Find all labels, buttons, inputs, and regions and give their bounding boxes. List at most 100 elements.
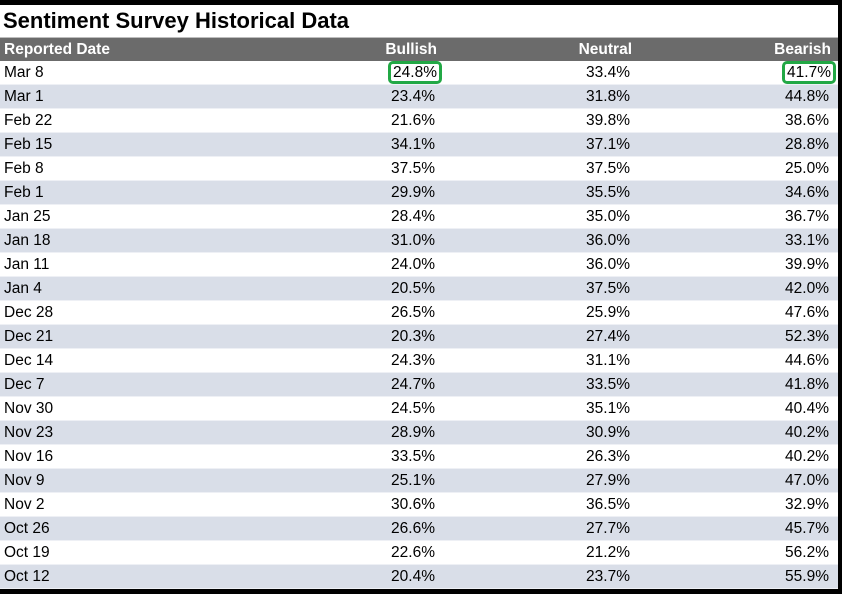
table-row: Jan 4 20.5% 37.5% 42.0% <box>0 277 838 301</box>
value: 37.5% <box>586 279 630 297</box>
value: 39.8% <box>586 111 630 129</box>
date-cell: Jan 11 <box>4 255 50 273</box>
value: 28.9% <box>391 423 435 441</box>
document-page: Sentiment Survey Historical Data Reporte… <box>0 5 838 589</box>
bullish-cell: 24.7% <box>200 376 437 394</box>
value: 33.4% <box>586 63 630 81</box>
bullish-cell: 24.0% <box>200 256 437 274</box>
sentiment-table: Reported Date Bullish Neutral Bearish Ma… <box>0 37 838 589</box>
neutral-cell: 31.1% <box>437 352 632 370</box>
value: 36.0% <box>586 255 630 273</box>
header-bullish: Bullish <box>385 40 437 58</box>
value: 38.6% <box>785 111 829 129</box>
neutral-cell: 35.0% <box>437 208 632 226</box>
date-cell: Mar 1 <box>4 87 44 105</box>
neutral-cell: 25.9% <box>437 304 632 322</box>
date-cell: Feb 8 <box>4 159 44 177</box>
table-row: Oct 19 22.6% 21.2% 56.2% <box>0 541 838 565</box>
value: 36.5% <box>586 495 630 513</box>
value: 20.5% <box>391 279 435 297</box>
value: 30.6% <box>391 495 435 513</box>
value: 27.9% <box>586 471 630 489</box>
value: 22.6% <box>391 543 435 561</box>
value: 40.2% <box>785 447 829 465</box>
bearish-cell: 39.9% <box>632 256 833 274</box>
bearish-cell: 44.8% <box>632 88 833 106</box>
table-header: Reported Date Bullish Neutral Bearish <box>0 37 838 61</box>
bullish-cell: 33.5% <box>200 448 437 466</box>
date-cell: Jan 4 <box>4 279 42 297</box>
table-body: Mar 8 24.8% 33.4% 41.7% Mar 1 23.4% 31.8% 44.8%… <box>0 61 838 589</box>
table-row: Oct 12 20.4% 23.7% 55.9% <box>0 565 838 589</box>
neutral-cell: 27.9% <box>437 472 632 490</box>
neutral-cell: 35.1% <box>437 400 632 418</box>
date-cell: Jan 18 <box>4 231 51 249</box>
value: 30.9% <box>586 423 630 441</box>
date-cell: Feb 1 <box>4 183 44 201</box>
neutral-cell: 27.4% <box>437 328 632 346</box>
value: 37.5% <box>586 159 630 177</box>
bullish-cell: 24.8% <box>200 61 442 84</box>
value: 36.0% <box>586 231 630 249</box>
value: 33.1% <box>785 231 829 249</box>
header-neutral: Neutral <box>578 40 632 58</box>
bearish-cell: 52.3% <box>632 328 833 346</box>
table-row: Mar 8 24.8% 33.4% 41.7% <box>0 61 838 85</box>
bearish-cell: 55.9% <box>632 568 833 586</box>
bearish-cell: 28.8% <box>632 136 833 154</box>
value: 24.5% <box>391 399 435 417</box>
bullish-cell: 20.5% <box>200 280 437 298</box>
table-row: Feb 8 37.5% 37.5% 25.0% <box>0 157 838 181</box>
value: 40.2% <box>785 423 829 441</box>
value: 42.0% <box>785 279 829 297</box>
value: 35.0% <box>586 207 630 225</box>
value: 27.7% <box>586 519 630 537</box>
neutral-cell: 37.5% <box>437 160 632 178</box>
value: 41.8% <box>785 375 829 393</box>
neutral-cell: 23.7% <box>437 568 632 586</box>
header-reported-date: Reported Date <box>4 40 110 58</box>
date-cell: Dec 7 <box>4 375 45 393</box>
value: 52.3% <box>785 327 829 345</box>
bullish-cell: 21.6% <box>200 112 437 130</box>
value: 26.5% <box>391 303 435 321</box>
value: 24.3% <box>391 351 435 369</box>
bullish-cell: 28.4% <box>200 208 437 226</box>
value: 34.1% <box>391 135 435 153</box>
neutral-cell: 31.8% <box>437 88 632 106</box>
value: 34.6% <box>785 183 829 201</box>
bullish-cell: 22.6% <box>200 544 437 562</box>
bearish-cell: 41.7% <box>632 61 836 84</box>
bullish-cell: 31.0% <box>200 232 437 250</box>
date-cell: Feb 15 <box>4 135 53 153</box>
bullish-cell: 24.3% <box>200 352 437 370</box>
value: 23.7% <box>586 567 630 585</box>
value: 39.9% <box>785 255 829 273</box>
bearish-cell: 40.4% <box>632 400 833 418</box>
value: 26.6% <box>391 519 435 537</box>
date-cell: Jan 25 <box>4 207 51 225</box>
table-row: Feb 22 21.6% 39.8% 38.6% <box>0 109 838 133</box>
neutral-cell: 36.0% <box>437 232 632 250</box>
table-row: Jan 18 31.0% 36.0% 33.1% <box>0 229 838 253</box>
bearish-cell: 47.0% <box>632 472 833 490</box>
bearish-cell: 40.2% <box>632 424 833 442</box>
bullish-cell: 26.6% <box>200 520 437 538</box>
value: 37.1% <box>586 135 630 153</box>
bullish-cell: 26.5% <box>200 304 437 322</box>
bullish-cell: 28.9% <box>200 424 437 442</box>
neutral-cell: 35.5% <box>437 184 632 202</box>
table-row: Dec 28 26.5% 25.9% 47.6% <box>0 301 838 325</box>
date-cell: Feb 22 <box>4 111 53 129</box>
neutral-cell: 30.9% <box>437 424 632 442</box>
value: 33.5% <box>391 447 435 465</box>
bearish-cell: 40.2% <box>632 448 833 466</box>
value: 26.3% <box>586 447 630 465</box>
table-row: Oct 26 26.6% 27.7% 45.7% <box>0 517 838 541</box>
table-row: Dec 21 20.3% 27.4% 52.3% <box>0 325 838 349</box>
value: 31.1% <box>586 351 630 369</box>
table-row: Dec 14 24.3% 31.1% 44.6% <box>0 349 838 373</box>
value: 20.4% <box>391 567 435 585</box>
neutral-cell: 39.8% <box>437 112 632 130</box>
value: 44.8% <box>785 87 829 105</box>
